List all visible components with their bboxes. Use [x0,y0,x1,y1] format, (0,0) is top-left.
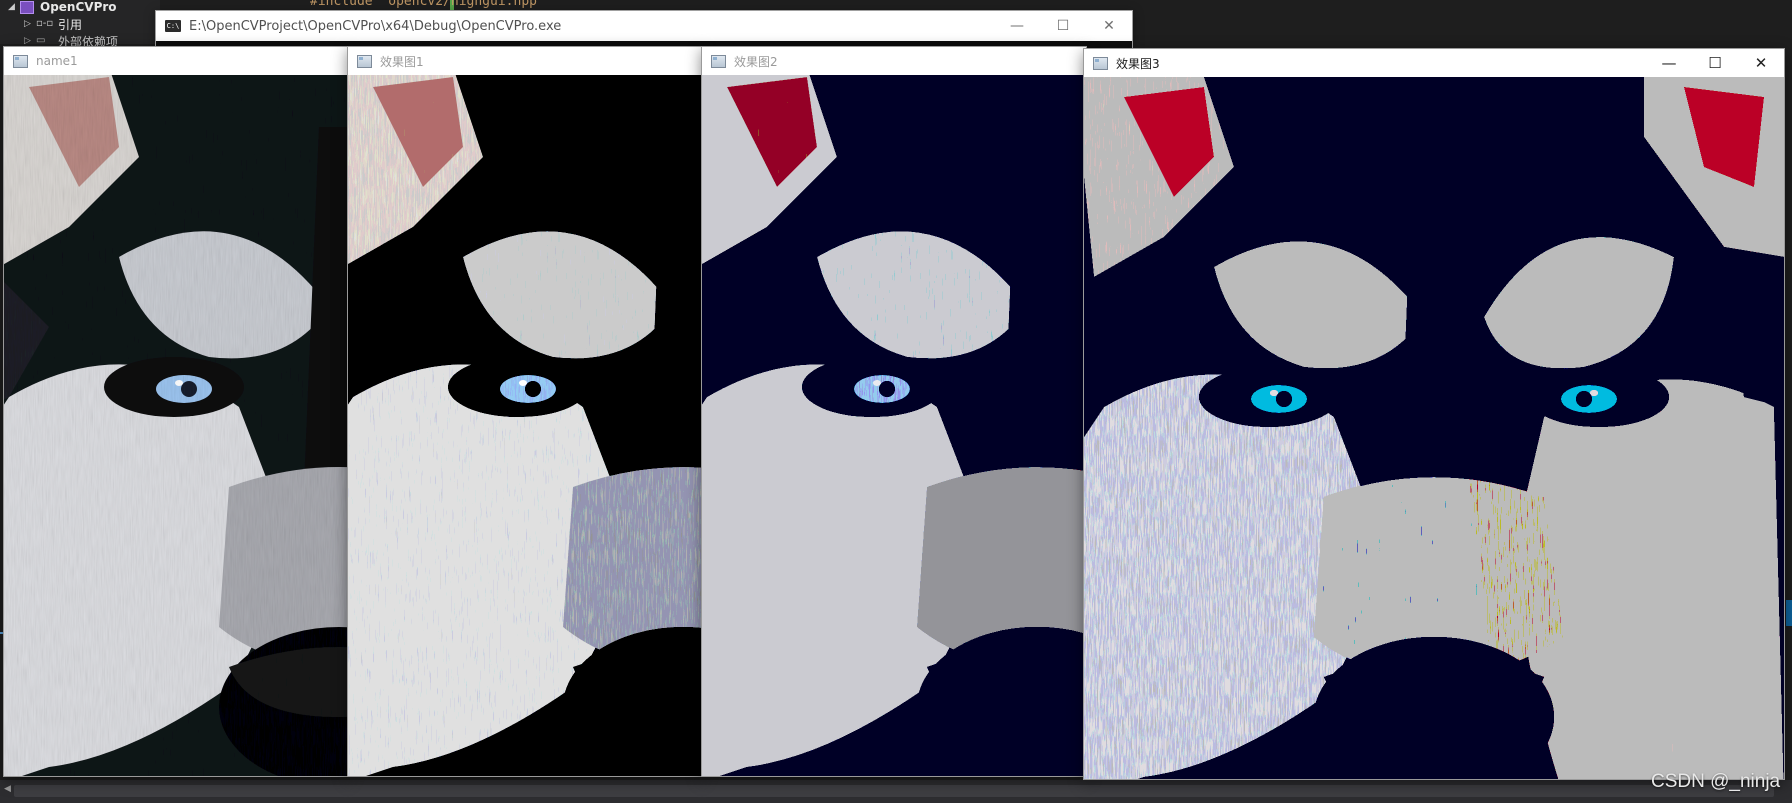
project-name: OpenCVPro [40,0,117,14]
reference-icon: ▫-▫ [36,18,54,29]
maximize-button[interactable]: ☐ [1040,11,1086,41]
window-title: 效果图2 [734,54,778,69]
tree-item-references[interactable]: ▷ ▫-▫ 引用 [24,15,82,33]
husky-image-effect-3 [1084,77,1784,779]
image-window-effect-3[interactable]: 效果图3 — ☐ ✕ [1083,48,1785,780]
window-title-bar[interactable]: 效果图2 [702,47,1086,75]
window-title: name1 [36,54,78,68]
husky-image-effect-1 [348,75,702,776]
window-title: 效果图3 [1116,56,1160,71]
image-window-effect-2[interactable]: 效果图2 [701,46,1087,777]
minimize-button[interactable]: — [1646,49,1692,77]
window-title-bar[interactable]: 效果图3 — ☐ ✕ [1084,49,1784,77]
tree-item-label: 引用 [58,17,83,32]
project-icon [20,0,34,14]
console-title: E:\OpenCVProject\OpenCVPro\x64\Debug\Ope… [189,18,562,34]
scroll-marker [1786,600,1792,626]
window-app-icon [13,54,28,68]
scroll-thumb[interactable] [14,785,1774,797]
code-line: #include "opencv2/highgui.hpp" [310,0,545,9]
window-app-icon [357,54,372,68]
horizontal-scrollbar[interactable]: ◀ [0,780,1792,803]
minimize-button[interactable]: — [994,11,1040,41]
console-app-icon: C:\ [165,20,181,32]
watermark: CSDN @_ninja [1651,771,1781,792]
expand-right-icon[interactable]: ▷ [24,36,36,46]
window-title: 效果图1 [380,54,424,69]
image-window-effect-1[interactable]: 效果图1 [347,46,703,777]
console-title-bar[interactable]: C:\ E:\OpenCVProject\OpenCVPro\x64\Debug… [156,11,1132,41]
husky-image-original [4,75,348,776]
window-title-bar[interactable]: name1 [4,47,348,75]
solution-explorer: ◢ OpenCVPro ▷ ▫-▫ 引用 ▷ ▭ 外部依赖项 [0,0,160,49]
tree-item-project[interactable]: ◢ OpenCVPro [8,0,117,16]
image-window-original[interactable]: name1 [3,46,349,777]
expand-right-icon[interactable]: ▷ [24,19,36,29]
husky-image-effect-2 [702,75,1086,776]
scroll-left-icon[interactable]: ◀ [4,784,11,794]
close-button[interactable]: ✕ [1086,11,1132,41]
window-title-bar[interactable]: 效果图1 [348,47,702,75]
expand-down-icon[interactable]: ◢ [8,2,20,12]
window-app-icon [711,54,726,68]
close-button[interactable]: ✕ [1738,49,1784,77]
window-app-icon [1093,56,1108,70]
maximize-button[interactable]: ☐ [1692,49,1738,77]
